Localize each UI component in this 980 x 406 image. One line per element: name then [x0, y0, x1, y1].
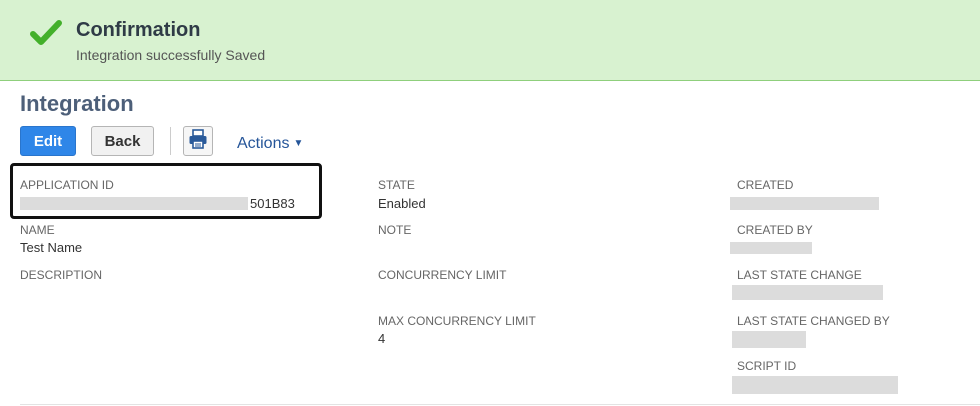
confirmation-banner: Confirmation Integration successfully Sa…	[0, 0, 980, 81]
print-icon	[188, 128, 208, 154]
redacted-value	[732, 331, 806, 348]
script-id-label: SCRIPT ID	[737, 359, 797, 373]
redacted-value	[730, 242, 812, 254]
actions-label: Actions	[237, 135, 290, 152]
edit-button[interactable]: Edit	[20, 126, 76, 156]
state-label: STATE	[378, 178, 415, 192]
application-id-highlight	[10, 163, 322, 219]
actions-menu[interactable]: Actions ▼	[237, 135, 303, 153]
name-label: NAME	[20, 223, 55, 237]
last-state-change-label: LAST STATE CHANGE	[737, 268, 862, 282]
toolbar-divider	[170, 127, 171, 155]
redacted-value	[732, 376, 898, 394]
concurrency-limit-label: CONCURRENCY LIMIT	[378, 268, 507, 282]
confirmation-title: Confirmation	[76, 19, 201, 41]
last-state-changed-by-label: LAST STATE CHANGED BY	[737, 314, 890, 328]
check-icon	[30, 20, 62, 51]
redacted-value	[730, 197, 879, 210]
redacted-value	[732, 285, 883, 300]
max-concurrency-limit-label: MAX CONCURRENCY LIMIT	[378, 314, 536, 328]
note-label: NOTE	[378, 223, 412, 237]
confirmation-message: Integration successfully Saved	[76, 47, 266, 63]
state-value: Enabled	[378, 196, 426, 211]
created-label: CREATED	[737, 178, 794, 192]
description-label: DESCRIPTION	[20, 268, 103, 282]
section-divider	[20, 404, 980, 405]
max-concurrency-limit-value: 4	[378, 331, 386, 346]
name-value: Test Name	[20, 240, 83, 255]
caret-down-icon: ▼	[293, 138, 304, 149]
page-title: Integration	[20, 91, 134, 116]
created-by-label: CREATED BY	[737, 223, 813, 237]
print-button[interactable]	[183, 126, 213, 156]
back-button[interactable]: Back	[91, 126, 154, 156]
